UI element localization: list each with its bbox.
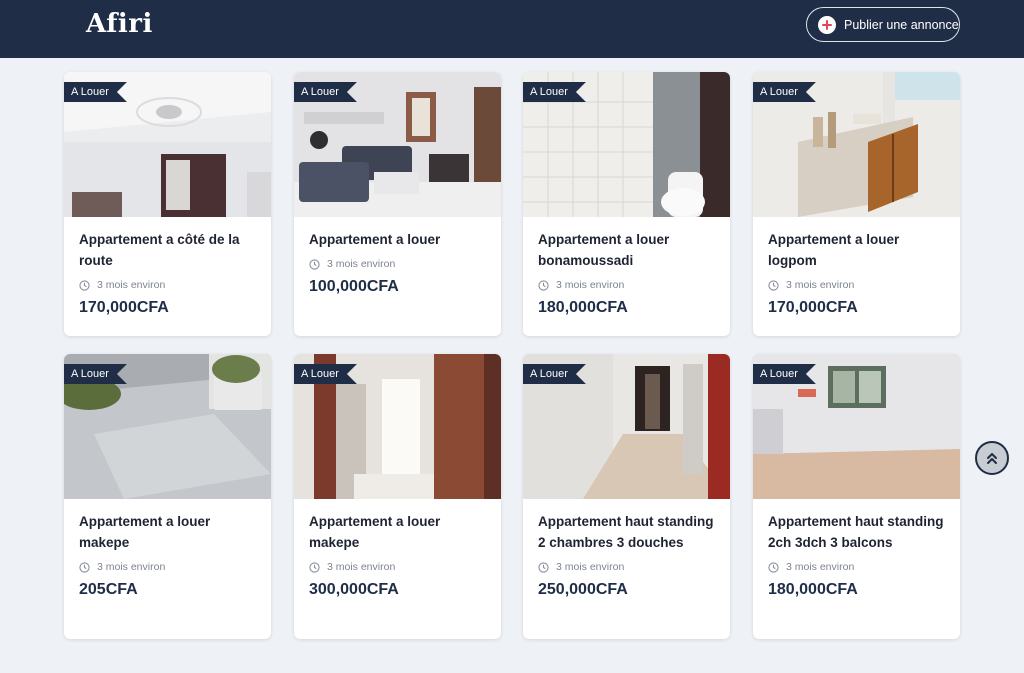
listing-card[interactable]: A Louer Appartement haut standing 2 cham… [523,354,730,639]
clock-icon [768,279,779,291]
listing-time: 3 mois environ [556,279,625,291]
listing-photo: A Louer [753,72,960,217]
listing-title[interactable]: Appartement a louer bonamoussadi [538,229,715,271]
listing-time: 3 mois environ [786,561,855,573]
listing-time: 3 mois environ [786,279,855,291]
clock-icon [538,561,549,573]
listing-title[interactable]: Appartement a côté de la route [79,229,256,271]
listing-price: 100,000CFA [309,278,399,295]
listing-title[interactable]: Appartement a louer makepe [79,511,256,553]
listing-photo: A Louer [523,354,730,499]
clock-icon [768,561,779,573]
listing-price: 250,000CFA [538,581,628,598]
site-logo[interactable]: Afiri [86,9,153,39]
listing-price: 170,000CFA [768,299,858,316]
clock-icon [79,561,90,573]
listing-title[interactable]: Appartement haut standing 2ch 3dch 3 bal… [768,511,945,553]
listing-photo: A Louer [523,72,730,217]
scroll-to-top-button[interactable] [975,441,1009,475]
listing-time: 3 mois environ [97,561,166,573]
listing-time: 3 mois environ [327,561,396,573]
clock-icon [309,561,320,573]
clock-icon [538,279,549,291]
listing-photo: A Louer [294,354,501,499]
publish-listing-label: Publier une annonce [844,17,959,32]
publish-listing-button[interactable]: Publier une annonce [806,7,960,42]
listing-price: 180,000CFA [538,299,628,316]
listing-title[interactable]: Appartement a louer makepe [309,511,486,553]
listing-card[interactable]: A Louer Appartement a louer 3 mois envir… [294,72,501,336]
plus-circle-icon [818,15,836,34]
listing-card[interactable]: A Louer Appartement a côté de la route 3… [64,72,271,336]
listing-price: 205CFA [79,581,138,598]
listing-title[interactable]: Appartement a louer logpom [768,229,945,271]
listing-title[interactable]: Appartement a louer [309,229,486,250]
clock-icon [79,279,90,291]
listing-card[interactable]: A Louer Appartement a louer logpom 3 moi… [753,72,960,336]
listing-time: 3 mois environ [97,279,166,291]
clock-icon [309,258,320,270]
navbar: Afiri Publier une annonce [0,0,1024,58]
listing-price: 170,000CFA [79,299,169,316]
listing-photo: A Louer [64,72,271,217]
listing-time: 3 mois environ [556,561,625,573]
listing-photo: A Louer [753,354,960,499]
listing-title[interactable]: Appartement haut standing 2 chambres 3 d… [538,511,715,553]
listing-price: 180,000CFA [768,581,858,598]
listing-card[interactable]: A Louer Appartement a louer makepe 3 moi… [294,354,501,639]
listing-photo: A Louer [64,354,271,499]
listing-card[interactable]: A Louer Appartement a louer bonamoussadi… [523,72,730,336]
listing-photo: A Louer [294,72,501,217]
listing-card[interactable]: A Louer Appartement haut standing 2ch 3d… [753,354,960,639]
double-chevron-up-icon [987,453,997,464]
listing-time: 3 mois environ [327,258,396,270]
listing-price: 300,000CFA [309,581,399,598]
listing-card[interactable]: A Louer Appartement a louer makepe 3 moi… [64,354,271,639]
